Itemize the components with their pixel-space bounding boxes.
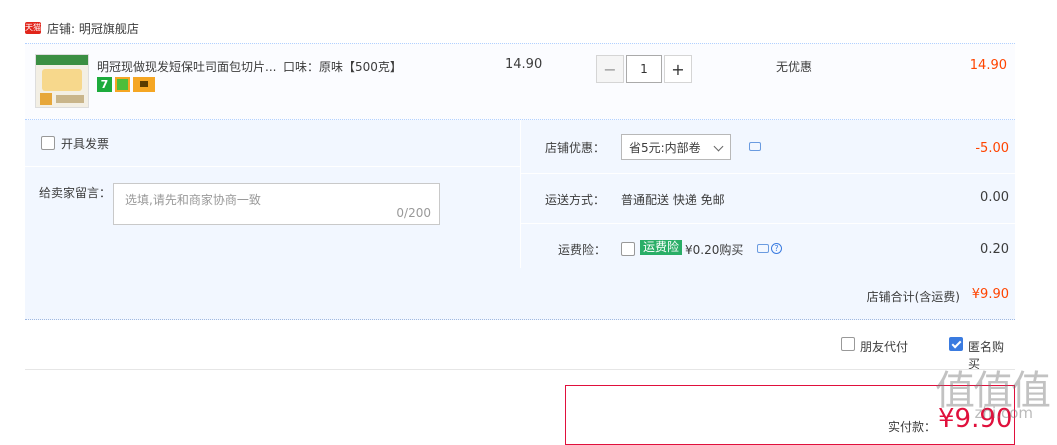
- help-question-icon[interactable]: ?: [771, 243, 782, 254]
- shipping-row: 运送方式： 普通配送 快递 免邮 0.00: [521, 174, 1015, 223]
- anonymous-purchase-checkbox[interactable]: [949, 337, 963, 351]
- shop-name-link[interactable]: 店铺: 明冠旗舰店: [47, 20, 139, 37]
- coupon-discount-value: -5.00: [975, 141, 1009, 156]
- item-total-price: 14.90: [969, 58, 1007, 73]
- quantity-minus-button[interactable]: −: [596, 55, 624, 83]
- shipping-method: 普通配送 快递 免邮: [621, 193, 725, 207]
- unit-price: 14.90: [505, 57, 543, 72]
- shipping-insurance-label: 运费险：: [558, 243, 607, 257]
- shipping-insurance-value: 0.20: [980, 242, 1009, 257]
- payment-total-label: 实付款：: [888, 420, 937, 434]
- divider: [25, 369, 1015, 370]
- shipping-insurance-price: ¥0.20购买: [685, 243, 744, 257]
- friend-pay-label[interactable]: 朋友代付: [860, 338, 908, 355]
- credit-card-icon[interactable]: [133, 77, 155, 92]
- invoice-checkbox[interactable]: [41, 136, 55, 150]
- seller-message-input[interactable]: 选填,请先和商家协商一致 0/200: [113, 183, 440, 225]
- shipping-insurance-tag: 运费险: [640, 240, 683, 255]
- shop-subtotal-label: 店铺合计(含运费): [866, 290, 960, 304]
- seven-day-return-icon[interactable]: 7: [97, 77, 112, 92]
- item-discount: 无优惠: [776, 60, 813, 74]
- shipping-label: 运送方式：: [545, 193, 606, 207]
- seller-message-row: 给卖家留言： 选填,请先和商家协商一致 0/200: [25, 167, 520, 268]
- payment-options: 朋友代付 匿名购买: [25, 330, 1015, 371]
- product-thumbnail[interactable]: [35, 54, 89, 108]
- coupon-select[interactable]: 省5元:内部卷: [621, 134, 731, 160]
- seller-message-placeholder: 选填,请先和商家协商一致: [125, 193, 261, 207]
- invoice-row: 开具发票: [25, 120, 520, 167]
- character-counter: 0/200: [396, 206, 431, 220]
- shipping-insurance-row: 运费险： 运费险 ¥0.20购买 ? 0.20: [521, 224, 1015, 268]
- watermark-site: zhi.com: [974, 404, 1033, 422]
- cart-item-row: 明冠现做现发短保吐司面包切片... 口味：原味【500克】 7 14.90 − …: [25, 43, 1015, 120]
- order-summary-panel: 店铺优惠： 省5元:内部卷 -5.00 运送方式： 普通配送 快递 免邮 0.0…: [521, 120, 1015, 268]
- seller-message-label: 给卖家留言：: [39, 186, 112, 200]
- shop-subtotal-row: 店铺合计(含运费) ¥9.90: [25, 268, 1015, 320]
- shop-coupon-label: 店铺优惠：: [545, 141, 606, 155]
- product-properties: 口味：原味【500克】: [283, 60, 402, 74]
- invoice-label[interactable]: 开具发票: [61, 135, 109, 152]
- quantity-input[interactable]: 1: [626, 55, 662, 83]
- coupon-selected-value: 省5元:内部卷: [629, 140, 701, 155]
- guarantee-icon[interactable]: [115, 77, 130, 92]
- product-title-link[interactable]: 明冠现做现发短保吐司面包切片...: [97, 58, 276, 75]
- service-badges: 7: [97, 77, 155, 92]
- shipping-fee-value: 0.00: [980, 190, 1009, 205]
- tmall-badge-icon: 天猫: [25, 22, 41, 34]
- chat-bubble-icon[interactable]: [749, 142, 761, 151]
- quantity-stepper: − 1 +: [596, 55, 692, 83]
- shop-header: 天猫 店铺: 明冠旗舰店: [25, 18, 139, 38]
- shop-coupon-row: 店铺优惠： 省5元:内部卷 -5.00: [521, 120, 1015, 173]
- chevron-down-icon: [713, 141, 724, 152]
- shop-subtotal-value: ¥9.90: [971, 287, 1009, 302]
- friend-pay-checkbox[interactable]: [841, 337, 855, 351]
- shipping-insurance-checkbox[interactable]: [621, 242, 635, 256]
- order-extras-panel: 开具发票 给卖家留言： 选填,请先和商家协商一致 0/200: [25, 120, 520, 268]
- quantity-plus-button[interactable]: +: [664, 55, 692, 83]
- chat-bubble-icon[interactable]: [757, 244, 769, 253]
